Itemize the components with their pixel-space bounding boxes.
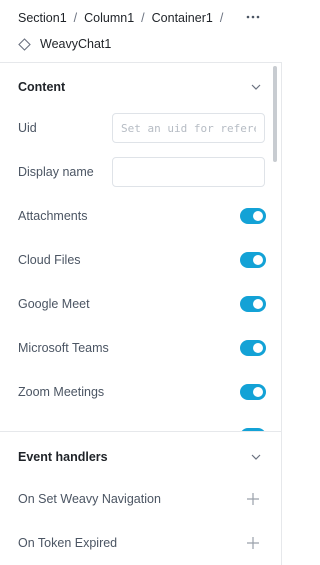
content-section-header[interactable]: Content	[0, 65, 272, 109]
display-name-label: Display name	[18, 165, 94, 179]
event-handlers-section-header[interactable]: Event handlers	[0, 435, 272, 479]
toggle-knob	[253, 343, 263, 353]
section-title: Content	[18, 80, 66, 94]
attachments-toggle[interactable]	[240, 208, 266, 224]
display-name-input[interactable]	[112, 157, 265, 187]
cloud-files-label: Cloud Files	[18, 253, 81, 267]
event-row-on-token-expired[interactable]: On Token Expired	[0, 521, 272, 565]
component-name: WeavyChat1	[40, 37, 112, 51]
cloud-files-toggle[interactable]	[240, 252, 266, 268]
scrollbar-thumb[interactable]	[273, 66, 277, 162]
content-section: Content Uid Display name Attachments Clo…	[0, 63, 272, 431]
plus-icon[interactable]	[246, 492, 260, 506]
microsoft-teams-toggle[interactable]	[240, 340, 266, 356]
breadcrumb-separator: /	[141, 11, 145, 25]
diamond-icon	[18, 37, 31, 51]
breadcrumb: Section1 / Column1 / Container1 /	[18, 10, 230, 26]
event-row-on-set-weavy-navigation[interactable]: On Set Weavy Navigation	[0, 477, 272, 521]
section-title: Event handlers	[18, 450, 108, 464]
plus-icon[interactable]	[246, 536, 260, 550]
toggle-knob	[253, 299, 263, 309]
toggle-knob	[253, 211, 263, 221]
attachments-label: Attachments	[18, 209, 88, 223]
event-label: On Token Expired	[18, 536, 118, 550]
event-label: On Set Weavy Navigation	[18, 492, 161, 506]
chevron-down-icon	[251, 454, 261, 460]
toggle-knob	[253, 255, 263, 265]
component-identity: WeavyChat1	[18, 36, 111, 52]
chevron-down-icon	[251, 84, 261, 90]
breadcrumb-item-section[interactable]: Section1	[18, 11, 67, 25]
toggle-knob	[253, 387, 263, 397]
event-handlers-section: Event handlers On Set Weavy Navigation O…	[0, 431, 282, 565]
breadcrumb-item-container[interactable]: Container1	[152, 11, 213, 25]
panel-header: Section1 / Column1 / Container1 / WeavyC…	[0, 0, 282, 63]
microsoft-teams-label: Microsoft Teams	[18, 341, 109, 355]
zoom-meetings-label: Zoom Meetings	[18, 385, 105, 399]
google-meet-label: Google Meet	[18, 297, 90, 311]
ellipsis-icon	[246, 15, 260, 19]
zoom-meetings-toggle[interactable]	[240, 384, 266, 400]
google-meet-toggle[interactable]	[240, 296, 266, 312]
uid-input[interactable]	[112, 113, 265, 143]
breadcrumb-item-column[interactable]: Column1	[84, 11, 134, 25]
breadcrumb-separator: /	[73, 11, 78, 25]
uid-label: Uid	[18, 121, 37, 135]
properties-panel: Section1 / Column1 / Container1 / WeavyC…	[0, 0, 282, 565]
breadcrumb-separator: /	[219, 11, 224, 25]
more-options-button[interactable]	[243, 8, 263, 26]
